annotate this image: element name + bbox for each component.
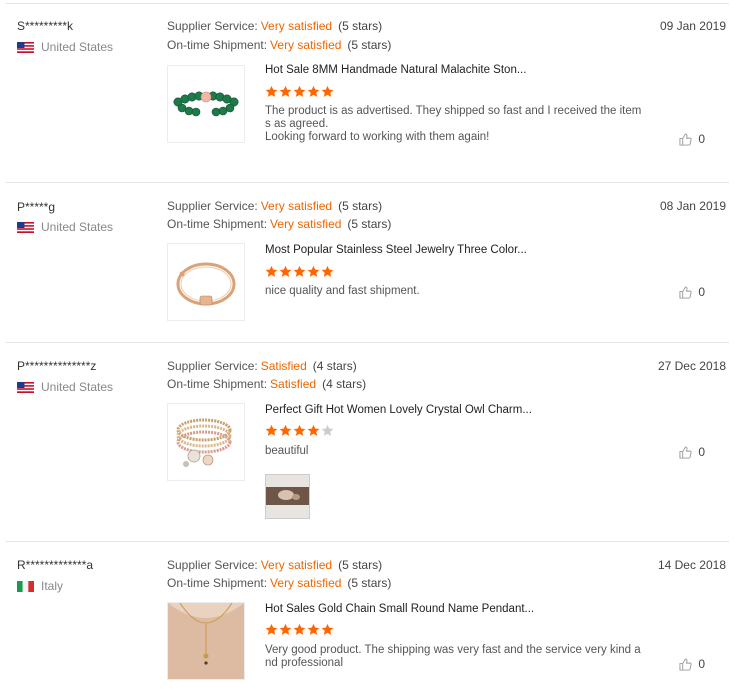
shipment-rating: On-time Shipment: Very satisfied (5 stars) (167, 576, 392, 590)
star-filled-icon (307, 424, 320, 436)
gold-bangle-image (168, 244, 244, 320)
shipment-rating: On-time Shipment: Very satisfied (5 stars) (167, 38, 392, 52)
star-filled-icon (279, 623, 292, 635)
star-filled-icon (265, 424, 278, 436)
product-title-link[interactable]: Perfect Gift Hot Women Lovely Crystal Ow… (265, 404, 532, 416)
malachite-bracelet-image (168, 66, 244, 142)
star-filled-icon (293, 265, 306, 277)
star-empty-icon (321, 424, 334, 436)
star-filled-icon (279, 424, 292, 436)
star-filled-icon (265, 85, 278, 97)
review-item: P*****g United States Supplier Service: V… (6, 182, 729, 343)
supplier-service-rating: Supplier Service: Very satisfied (5 stars) (167, 558, 383, 572)
star-filled-icon (293, 85, 306, 97)
thumbs-up-icon (679, 445, 692, 459)
reviewer-country: United States (17, 40, 113, 54)
product-thumbnail[interactable] (167, 65, 245, 143)
star-filled-icon (321, 265, 334, 277)
helpful-button[interactable]: 0 (679, 657, 705, 671)
supplier-service-rating: Supplier Service: Very satisfied (5 stars) (167, 19, 383, 33)
star-filled-icon (265, 265, 278, 277)
helpful-count: 0 (698, 132, 705, 146)
helpful-count: 0 (698, 285, 705, 299)
product-rating-stars (265, 623, 334, 636)
helpful-button[interactable]: 0 (679, 445, 705, 459)
product-thumbnail[interactable] (167, 243, 245, 321)
product-rating-stars (265, 265, 334, 278)
thumbs-up-icon (679, 285, 692, 299)
review-item: S*********k United States Supplier Servi… (6, 3, 729, 183)
reviewer-name: S*********k (17, 19, 74, 33)
reviewer-country: Italy (17, 579, 63, 593)
reviewer-name: P*****g (17, 200, 56, 214)
shipment-rating: On-time Shipment: Very satisfied (5 stars) (167, 217, 392, 231)
star-filled-icon (293, 424, 306, 436)
owl-charm-bracelets-image (168, 404, 244, 480)
helpful-button[interactable]: 0 (679, 285, 705, 299)
thumbs-up-icon (679, 132, 692, 146)
star-filled-icon (279, 85, 292, 97)
review-date: 14 Dec 2018 (657, 558, 726, 572)
review-comment: Very good product. The shipping was very… (265, 644, 641, 669)
product-rating-stars (265, 424, 334, 437)
star-filled-icon (307, 265, 320, 277)
country-name: United States (41, 40, 114, 54)
italy-flag-icon (17, 580, 34, 592)
us-flag-icon (17, 221, 34, 233)
helpful-button[interactable]: 0 (679, 132, 705, 146)
country-name: Italy (41, 579, 64, 593)
product-title-link[interactable]: Hot Sales Gold Chain Small Round Name Pe… (265, 603, 534, 615)
supplier-service-rating: Supplier Service: Very satisfied (5 stars) (167, 199, 383, 213)
star-filled-icon (321, 85, 334, 97)
review-item: R*************a Italy Supplier Service: V… (6, 541, 729, 697)
review-photo-image (266, 475, 309, 518)
thumbs-up-icon (679, 657, 692, 671)
us-flag-icon (17, 381, 34, 393)
product-title-link[interactable]: Most Popular Stainless Steel Jewelry Thr… (265, 244, 527, 256)
gold-pendant-necklace-image (168, 603, 244, 679)
reviewer-name: R*************a (17, 558, 94, 572)
star-filled-icon (307, 85, 320, 97)
reviewer-country: United States (17, 380, 113, 394)
review-item: P**************z United States Supplier … (6, 342, 729, 542)
us-flag-icon (17, 41, 34, 53)
review-photo[interactable] (265, 474, 310, 519)
review-comment: beautiful (265, 445, 309, 457)
review-comment: nice quality and fast shipment. (265, 285, 420, 297)
product-title-link[interactable]: Hot Sale 8MM Handmade Natural Malachite … (265, 64, 526, 76)
review-comment: The product is as advertised. They shipp… (265, 105, 642, 143)
helpful-count: 0 (698, 445, 705, 459)
helpful-count: 0 (698, 657, 705, 671)
shipment-rating: On-time Shipment: Satisfied (4 stars) (167, 377, 367, 391)
star-filled-icon (307, 623, 320, 635)
product-thumbnail[interactable] (167, 602, 245, 680)
country-name: United States (41, 220, 114, 234)
star-filled-icon (321, 623, 334, 635)
review-date: 09 Jan 2019 (659, 19, 726, 33)
product-thumbnail[interactable] (167, 403, 245, 481)
reviewer-country: United States (17, 220, 113, 234)
review-date: 08 Jan 2019 (659, 199, 726, 213)
supplier-service-rating: Supplier Service: Satisfied (4 stars) (167, 359, 357, 373)
country-name: United States (41, 380, 114, 394)
product-rating-stars (265, 85, 334, 98)
star-filled-icon (265, 623, 278, 635)
reviewer-name: P**************z (17, 359, 97, 373)
review-date: 27 Dec 2018 (657, 359, 726, 373)
star-filled-icon (293, 623, 306, 635)
star-filled-icon (279, 265, 292, 277)
